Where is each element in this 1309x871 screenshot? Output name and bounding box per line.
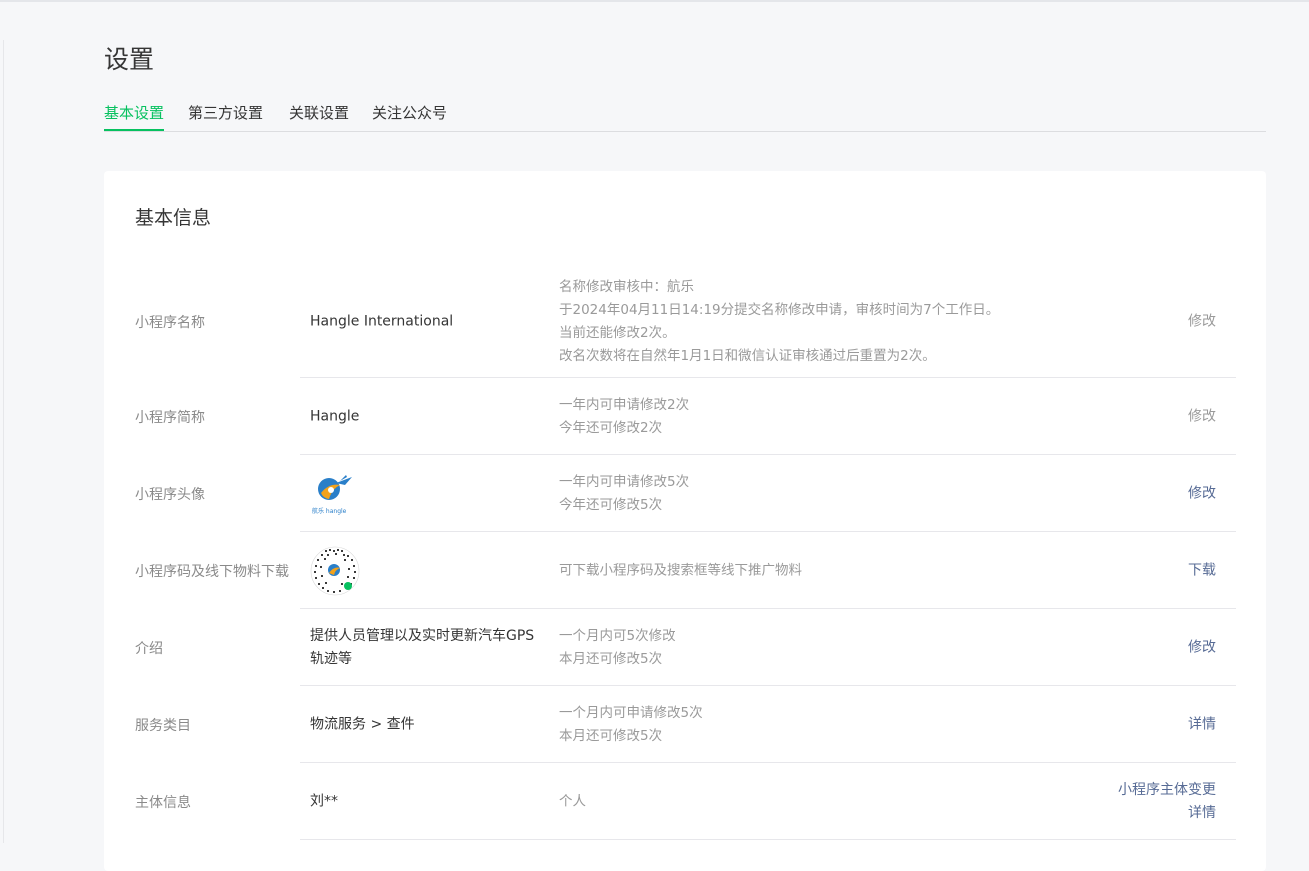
row-short-name: 小程序简称 Hangle 一年内可申请修改2次 今年还可修改2次 修改 (104, 378, 1266, 455)
basic-info-card: 基本信息 小程序名称 Hangle International 名称修改审核中：… (104, 171, 1266, 871)
desc-line: 本月还可修改5次 (559, 727, 663, 744)
modify-short-name-link[interactable]: 修改 (1188, 405, 1216, 428)
row-description: 一个月内可5次修改 本月还可修改5次 (559, 625, 676, 671)
download-link[interactable]: 下载 (1188, 559, 1216, 582)
row-value: 刘** (310, 793, 338, 809)
tab-third-party-settings[interactable]: 第三方设置 (188, 102, 263, 124)
row-value: Hangle International (310, 313, 454, 330)
row-description: 可下载小程序码及搜索框等线下推广物料 (559, 559, 802, 582)
row-introduction: 介绍 提供人员管理以及实时更新汽车GPS轨迹等 一个月内可5次修改 本月还可修改… (104, 609, 1266, 686)
desc-line: 可下载小程序码及搜索框等线下推广物料 (559, 562, 802, 578)
desc-line: 一年内可申请修改2次 (559, 396, 690, 413)
row-label: 小程序头像 (135, 486, 205, 503)
row-avatar: 小程序头像 航乐 hangle 一年内可申请修改5次 今年还可修改5次 修改 (104, 455, 1266, 532)
row-label: 介绍 (135, 640, 163, 657)
row-label: 小程序码及线下物料下载 (135, 563, 289, 580)
mini-program-code-icon (310, 546, 360, 595)
row-divider (300, 839, 1236, 840)
left-border (3, 40, 4, 843)
modify-avatar-link[interactable]: 修改 (1188, 482, 1216, 505)
row-value: Hangle (310, 408, 360, 424)
row-label: 服务类目 (135, 717, 191, 734)
modify-name-link[interactable]: 修改 (1188, 311, 1216, 334)
row-subject-info: 主体信息 刘** 个人 小程序主体变更 详情 (104, 763, 1266, 840)
row-label: 小程序名称 (135, 315, 205, 331)
subject-change-link[interactable]: 小程序主体变更 (1118, 779, 1216, 802)
tab-follow-official-account[interactable]: 关注公众号 (372, 102, 447, 124)
row-description: 个人 (559, 790, 586, 813)
row-description: 一年内可申请修改5次 今年还可修改5次 (559, 471, 689, 517)
desc-line: 本月还可修改5次 (559, 650, 663, 667)
card-title: 基本信息 (135, 207, 212, 229)
avatar-logo-text: 航乐 hangle (312, 507, 347, 515)
avatar: 航乐 hangle (310, 470, 356, 517)
subject-details-link[interactable]: 详情 (1118, 802, 1216, 825)
tab-basic-settings[interactable]: 基本设置 (104, 102, 165, 131)
desc-line: 一个月内可5次修改 (559, 627, 676, 644)
row-description: 名称修改审核中：航乐 于2024年04月11日14:19分提交名称修改申请，审核… (559, 276, 999, 368)
row-value: 提供人员管理以及实时更新汽车GPS轨迹等 (310, 627, 535, 667)
tab-association-settings[interactable]: 关联设置 (289, 102, 349, 124)
row-label: 小程序简称 (135, 409, 205, 426)
row-label: 主体信息 (135, 794, 191, 811)
row-description: 一年内可申请修改2次 今年还可修改2次 (559, 394, 689, 440)
desc-line: 个人 (559, 793, 586, 809)
desc-line: 一个月内可申请修改5次 (559, 704, 703, 721)
settings-tabs: 基本设置 第三方设置 关联设置 关注公众号 (104, 100, 1266, 132)
row-service-category: 服务类目 物流服务 > 查件 一个月内可申请修改5次 本月还可修改5次 详情 (104, 686, 1266, 763)
desc-line: 当前还能修改2次。 (559, 325, 676, 341)
row-description: 一个月内可申请修改5次 本月还可修改5次 (559, 702, 703, 748)
subject-actions: 小程序主体变更 详情 (1118, 779, 1216, 825)
desc-line: 一年内可申请修改5次 (559, 473, 690, 490)
row-mini-program-name: 小程序名称 Hangle International 名称修改审核中：航乐 于2… (104, 266, 1266, 378)
row-value: 物流服务 > 查件 (310, 716, 415, 732)
desc-line: 于2024年04月11日14:19分提交名称修改申请，审核时间为7个工作日。 (559, 302, 1000, 318)
desc-line: 今年还可修改2次 (559, 419, 663, 436)
top-border (0, 0, 1309, 2)
category-details-link[interactable]: 详情 (1188, 713, 1216, 736)
row-qrcode-download: 小程序码及线下物料下载 可下载小程序码及搜索框等线下推广物料 下载 (104, 532, 1266, 609)
mini-program-code (310, 546, 360, 596)
desc-line: 今年还可修改5次 (559, 496, 663, 513)
desc-line: 改名次数将在自然年1月1日和微信认证审核通过后重置为2次。 (559, 348, 936, 364)
desc-line: 名称修改审核中：航乐 (559, 279, 694, 295)
page-title: 设置 (104, 45, 155, 74)
modify-intro-link[interactable]: 修改 (1188, 636, 1216, 659)
